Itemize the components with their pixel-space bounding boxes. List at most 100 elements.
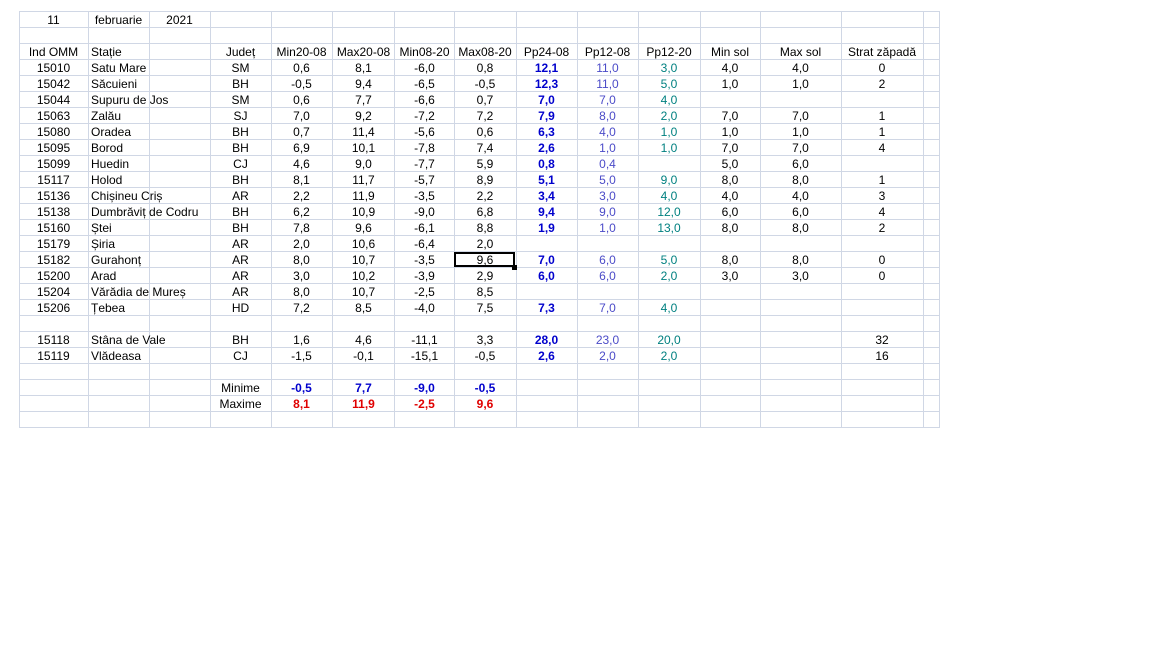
table-cell[interactable]: 10,9 <box>333 204 394 220</box>
table-cell[interactable]: 2,0 <box>455 236 515 252</box>
table-cell[interactable]: -9,0 <box>396 204 453 220</box>
column-header[interactable]: Min sol <box>701 44 759 60</box>
table-cell[interactable]: 15206 <box>20 300 87 316</box>
table-cell[interactable]: -7,8 <box>396 140 453 156</box>
column-header[interactable]: Stație <box>89 44 150 60</box>
table-cell[interactable]: 0,4 <box>578 156 637 172</box>
table-cell[interactable]: 6,9 <box>272 140 331 156</box>
min-value[interactable]: -0,5 <box>272 380 331 396</box>
table-cell[interactable]: Chișineu Criș <box>89 188 162 204</box>
table-cell[interactable] <box>761 284 840 300</box>
table-cell[interactable] <box>333 316 394 332</box>
table-cell[interactable] <box>639 156 699 172</box>
table-cell[interactable]: 7,9 <box>517 108 576 124</box>
table-cell[interactable]: Vlădeasa <box>89 348 150 364</box>
table-cell[interactable]: SJ <box>211 108 270 124</box>
column-header[interactable]: Județ <box>211 44 270 60</box>
table-cell[interactable]: 8,0 <box>701 252 759 268</box>
table-cell[interactable]: Holod <box>89 172 150 188</box>
table-cell[interactable]: 2 <box>842 76 922 92</box>
table-cell[interactable]: -0,5 <box>455 348 515 364</box>
table-cell[interactable]: 4 <box>842 140 922 156</box>
table-cell[interactable]: 7,2 <box>455 108 515 124</box>
table-cell[interactable] <box>842 156 922 172</box>
max-label[interactable]: Maxime <box>211 396 270 412</box>
table-cell[interactable]: -0,5 <box>455 76 515 92</box>
table-cell[interactable] <box>842 236 922 252</box>
table-cell[interactable]: 1,0 <box>761 76 840 92</box>
table-cell[interactable]: 0,8 <box>455 60 515 76</box>
table-cell[interactable]: Săcuieni <box>89 76 150 92</box>
table-cell[interactable]: 2,6 <box>517 348 576 364</box>
table-cell[interactable]: 0,7 <box>272 124 331 140</box>
table-cell[interactable]: BH <box>211 204 270 220</box>
table-cell[interactable]: 3,0 <box>639 60 699 76</box>
table-cell[interactable]: AR <box>211 188 270 204</box>
table-cell[interactable]: 5,0 <box>639 76 699 92</box>
table-cell[interactable]: 4,6 <box>272 156 331 172</box>
table-cell[interactable]: 7,5 <box>455 300 515 316</box>
table-cell[interactable]: 23,0 <box>578 332 637 348</box>
table-cell[interactable]: 32 <box>842 332 922 348</box>
table-cell[interactable]: 9,2 <box>333 108 394 124</box>
table-cell[interactable]: SM <box>211 60 270 76</box>
column-header[interactable]: Pp24-08 <box>517 44 576 60</box>
table-cell[interactable] <box>761 92 840 108</box>
table-cell[interactable]: -5,7 <box>396 172 453 188</box>
min-value[interactable]: -0,5 <box>455 380 515 396</box>
table-cell[interactable]: 12,3 <box>517 76 576 92</box>
table-cell[interactable] <box>761 332 840 348</box>
table-cell[interactable]: 7,8 <box>272 220 331 236</box>
table-cell[interactable]: 4,0 <box>639 92 699 108</box>
table-cell[interactable]: 4 <box>842 204 922 220</box>
table-cell[interactable]: -4,0 <box>396 300 453 316</box>
table-cell[interactable]: 6,8 <box>455 204 515 220</box>
table-cell[interactable]: -3,5 <box>396 188 453 204</box>
table-cell[interactable]: 8,0 <box>701 220 759 236</box>
table-cell[interactable]: -2,5 <box>396 284 453 300</box>
table-cell[interactable]: Dumbrăviț de Codru <box>89 204 198 220</box>
table-cell[interactable] <box>639 236 699 252</box>
table-cell[interactable]: 11,7 <box>333 172 394 188</box>
table-cell[interactable]: 6,0 <box>578 268 637 284</box>
table-cell[interactable]: 0 <box>842 60 922 76</box>
table-cell[interactable]: 15010 <box>20 60 87 76</box>
table-cell[interactable]: 10,7 <box>333 252 394 268</box>
table-cell[interactable]: Gurahonț <box>89 252 150 268</box>
table-cell[interactable]: 7,7 <box>333 92 394 108</box>
table-cell[interactable]: 9,6 <box>333 220 394 236</box>
table-cell[interactable]: -0,1 <box>333 348 394 364</box>
table-cell[interactable]: Arad <box>89 268 150 284</box>
table-cell[interactable]: 15117 <box>20 172 87 188</box>
table-cell[interactable]: 3 <box>842 188 922 204</box>
table-cell[interactable]: 0 <box>842 268 922 284</box>
table-cell[interactable]: Satu Mare <box>89 60 150 76</box>
table-cell[interactable]: 15119 <box>20 348 87 364</box>
table-cell[interactable]: 6,0 <box>761 156 840 172</box>
table-cell[interactable]: 3,0 <box>701 268 759 284</box>
table-cell[interactable]: 8,0 <box>701 172 759 188</box>
table-cell[interactable]: 1 <box>842 124 922 140</box>
table-cell[interactable] <box>701 92 759 108</box>
table-cell[interactable]: 7,4 <box>455 140 515 156</box>
table-cell[interactable]: -6,1 <box>396 220 453 236</box>
table-cell[interactable]: 8,0 <box>272 284 331 300</box>
table-cell[interactable]: Borod <box>89 140 150 156</box>
table-cell[interactable] <box>639 284 699 300</box>
table-cell[interactable]: 15099 <box>20 156 87 172</box>
table-cell[interactable]: 9,4 <box>517 204 576 220</box>
table-cell[interactable] <box>761 348 840 364</box>
table-cell[interactable] <box>639 316 699 332</box>
table-cell[interactable]: 15063 <box>20 108 87 124</box>
table-cell[interactable]: 3,0 <box>761 268 840 284</box>
table-cell[interactable] <box>701 316 759 332</box>
max-value[interactable]: -2,5 <box>396 396 453 412</box>
column-header[interactable]: Pp12-20 <box>639 44 699 60</box>
table-cell[interactable] <box>517 236 576 252</box>
table-cell[interactable]: 4,0 <box>701 60 759 76</box>
spreadsheet-grid[interactable]: 11 februarie 2021 Ind OMM Stație Județ Min2… <box>0 0 940 428</box>
table-cell[interactable]: 15042 <box>20 76 87 92</box>
table-cell[interactable]: 2,2 <box>272 188 331 204</box>
table-cell[interactable]: 5,1 <box>517 172 576 188</box>
table-cell[interactable]: 11,0 <box>578 60 637 76</box>
